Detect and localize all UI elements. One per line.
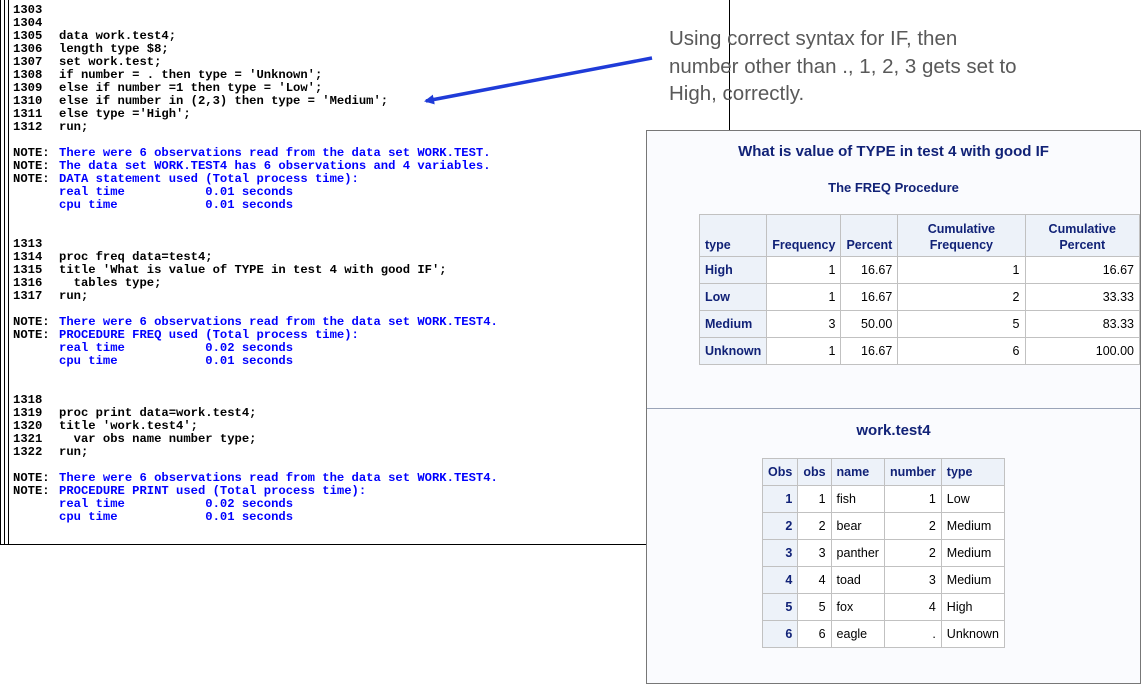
print-row: 5 5 fox 4 High [761,593,1005,621]
print-cell: . [883,620,942,648]
freq-cell: 5 [897,310,1026,338]
print-obs-number: 2 [761,512,799,540]
results-viewer[interactable]: What is value of TYPE in test 4 with goo… [646,130,1141,684]
freq-header-row: type Frequency Percent Cumulative Freque… [698,214,1140,257]
print-obs-number: 3 [761,539,799,567]
print-row: 2 2 bear 2 Medium [761,512,1005,540]
print-cell: 4 [883,593,942,621]
print-header-number: number [883,458,942,486]
freq-row: Low 1 16.67 2 33.33 [698,283,1140,311]
freq-row-label: Unknown [698,337,768,365]
freq-title: What is value of TYPE in test 4 with goo… [738,143,1049,160]
print-cell: High [940,593,1005,621]
print-cell: bear [830,512,885,540]
print-row: 1 1 fish 1 Low [761,485,1005,513]
print-obs-number: 6 [761,620,799,648]
print-cell: 3 [797,539,832,567]
freq-cell: 2 [897,283,1026,311]
freq-cell: 16.67 [840,283,899,311]
freq-cell: 1 [766,337,842,365]
freq-procedure-subtitle: The FREQ Procedure [828,180,959,195]
print-header-type: type [940,458,1005,486]
freq-cell: 1 [766,283,842,311]
freq-cell: 6 [897,337,1026,365]
freq-header-cum-percent: Cumulative Percent [1024,214,1140,257]
print-cell: 1 [797,485,832,513]
print-cell: 4 [797,566,832,594]
freq-cell: 83.33 [1024,310,1140,338]
results-divider [647,408,1140,409]
print-cell: 3 [883,566,942,594]
freq-row: High 1 16.67 1 16.67 [698,256,1140,284]
print-cell: toad [830,566,885,594]
freq-cell: 16.67 [1024,256,1140,284]
print-obs-number: 4 [761,566,799,594]
print-header-row: Obs obs name number type [761,458,1005,486]
print-cell: 6 [797,620,832,648]
freq-header-cum-frequency: Cumulative Frequency [897,214,1026,257]
print-obs-number: 1 [761,485,799,513]
freq-row: Unknown 1 16.67 6 100.00 [698,337,1140,365]
print-title: work.test4 [856,422,931,439]
print-cell: 1 [883,485,942,513]
print-cell: Medium [940,512,1005,540]
print-row: 4 4 toad 3 Medium [761,566,1005,594]
print-row: 6 6 eagle. Unknown [761,620,1005,648]
callout-text: Using correct syntax for IF, then number… [669,27,1017,105]
freq-row-label: Medium [698,310,768,338]
freq-row-label: High [698,256,768,284]
print-header-Obs: Obs [761,458,799,486]
freq-cell: 16.67 [840,337,899,365]
print-cell: 5 [797,593,832,621]
print-cell: 2 [883,539,942,567]
print-cell: Medium [940,566,1005,594]
freq-cell: 1 [897,256,1026,284]
print-cell: Low [940,485,1005,513]
freq-header-type: type [698,214,768,257]
print-header-name: name [830,458,885,486]
print-obs-number: 5 [761,593,799,621]
print-cell: Medium [940,539,1005,567]
print-row: 3 3 panther 2 Medium [761,539,1005,567]
freq-cell: 3 [766,310,842,338]
print-cell: fish [830,485,885,513]
freq-row: Medium 3 50.00 5 83.33 [698,310,1140,338]
freq-cell: 16.67 [840,256,899,284]
freq-header-frequency: Frequency [766,214,842,257]
print-cell: 2 [883,512,942,540]
freq-header-percent: Percent [840,214,899,257]
print-header-obs: obs [797,458,832,486]
freq-cell: 1 [766,256,842,284]
freq-cell: 33.33 [1024,283,1140,311]
freq-table: type Frequency Percent Cumulative Freque… [698,214,1140,365]
print-cell: fox [830,593,885,621]
print-cell: panther [830,539,885,567]
print-cell: 2 [797,512,832,540]
freq-row-label: Low [698,283,768,311]
print-cell: eagle [830,620,885,648]
freq-cell: 50.00 [840,310,899,338]
print-table: Obs obs name number type 1 1 fish 1 Low 2 2 bea… [761,458,1005,648]
freq-cell: 100.00 [1024,337,1140,365]
print-cell: Unknown [940,620,1005,648]
